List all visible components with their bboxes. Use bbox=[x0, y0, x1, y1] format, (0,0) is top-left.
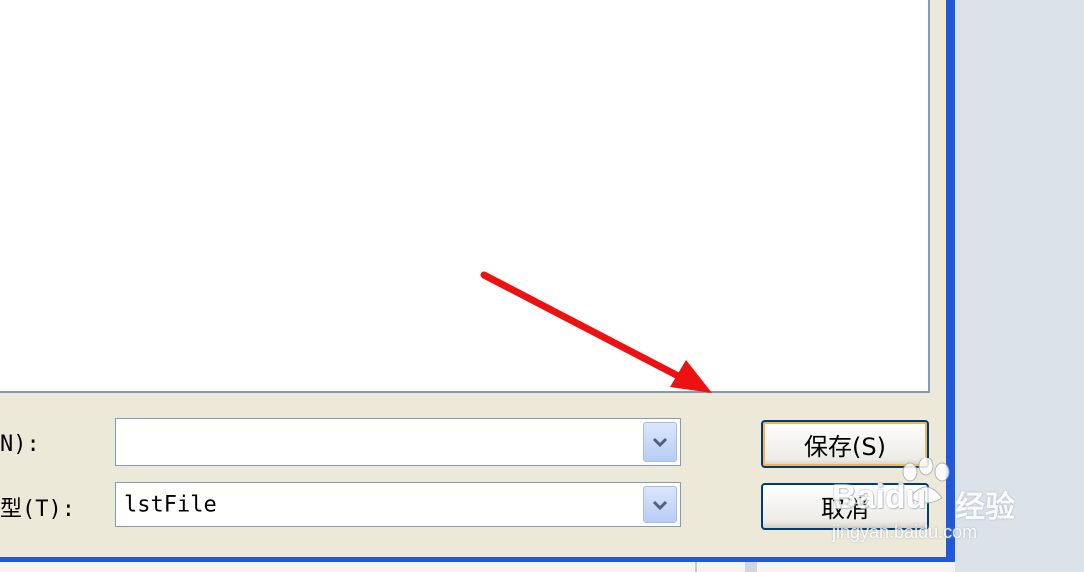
filetype-dropdown-button[interactable] bbox=[643, 486, 677, 523]
chevron-down-icon bbox=[652, 437, 668, 448]
filename-label: N): bbox=[0, 432, 40, 457]
file-list-area[interactable] bbox=[0, 0, 930, 393]
filename-combobox[interactable] bbox=[115, 418, 681, 466]
filetype-label: 型(T): bbox=[0, 497, 75, 522]
taskbar-strip bbox=[0, 562, 955, 572]
filetype-value: lstFile bbox=[124, 492, 217, 517]
chevron-down-icon bbox=[652, 500, 668, 510]
filetype-combobox[interactable]: lstFile bbox=[115, 482, 681, 527]
watermark-product: 经验 bbox=[955, 490, 1015, 525]
watermark-url: jingyan.baidu.com bbox=[832, 522, 978, 542]
strip-divider bbox=[695, 562, 697, 572]
save-dialog-window: N): 型(T): lstFile 保存(S) 取消 bbox=[0, 0, 955, 562]
filename-dropdown-button[interactable] bbox=[643, 422, 677, 462]
save-dialog-body: N): 型(T): lstFile 保存(S) 取消 bbox=[0, 0, 946, 557]
baidu-watermark: Baidu 经验 jingyan.baidu.com bbox=[832, 458, 1032, 548]
watermark-brand: Baidu bbox=[832, 478, 927, 516]
strip-divider-2 bbox=[745, 562, 757, 572]
